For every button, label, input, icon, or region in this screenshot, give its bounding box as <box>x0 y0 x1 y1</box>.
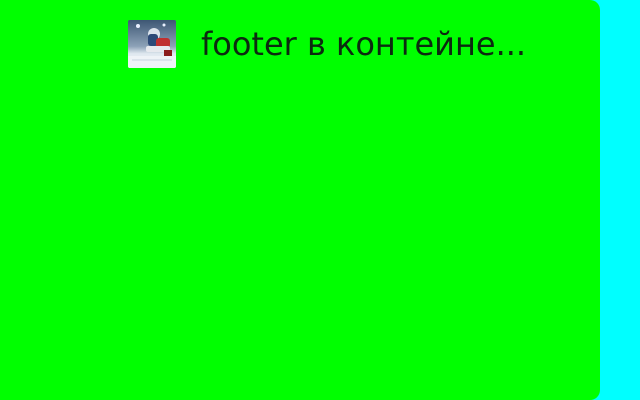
hockey-photo-thumbnail <box>128 20 176 68</box>
notification-card[interactable]: footer в контейне... <box>0 0 600 400</box>
card-header: footer в контейне... <box>128 20 526 68</box>
card-title: footer в контейне... <box>201 25 527 63</box>
